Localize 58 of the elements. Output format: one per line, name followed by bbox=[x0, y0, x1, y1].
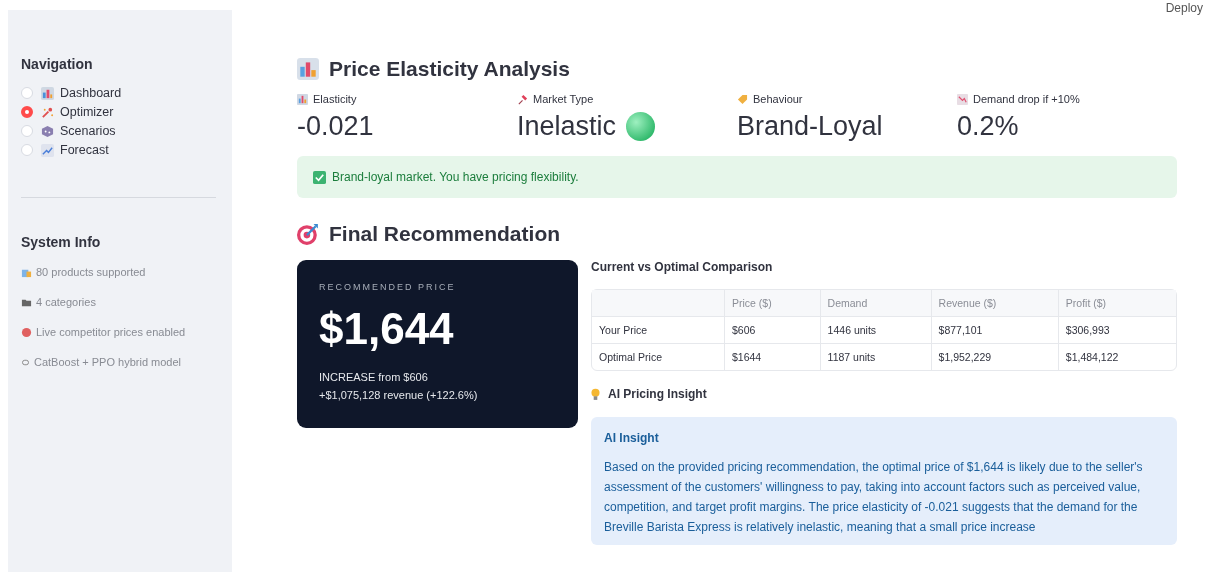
table-cell: $1,952,229 bbox=[930, 343, 1058, 370]
tag-icon bbox=[737, 93, 748, 105]
subsection-title: AI Pricing Insight bbox=[608, 387, 707, 401]
deploy-button[interactable]: Deploy bbox=[1165, 1, 1203, 15]
recommended-price: $1,644 bbox=[319, 304, 455, 354]
bar-chart-icon bbox=[297, 93, 308, 105]
table-cell: Your Price bbox=[592, 316, 724, 343]
info-text: CatBoost + PPO hybrid model bbox=[34, 356, 182, 368]
sparkle-icon bbox=[41, 105, 54, 119]
table-cell: $306,993 bbox=[1057, 316, 1176, 343]
sidebar-heading: Navigation bbox=[21, 56, 94, 72]
table-cell: 1446 units bbox=[819, 316, 931, 343]
metric-value: -0.021 bbox=[297, 111, 374, 142]
metric-label: Market Type bbox=[533, 93, 594, 105]
revenue-change: +$1,075,128 revenue (+122.6%) bbox=[319, 388, 479, 403]
bar-chart-icon bbox=[297, 58, 319, 80]
column-header: Revenue ($) bbox=[930, 290, 1058, 316]
nav-item-label[interactable]: Forecast bbox=[60, 143, 109, 157]
metric-value: 0.2% bbox=[957, 111, 1019, 142]
column-header: Price ($) bbox=[724, 290, 820, 316]
metric-label: Demand drop if +10% bbox=[973, 93, 1080, 105]
chart-down-icon bbox=[957, 93, 968, 105]
metric-value: Inelastic bbox=[517, 111, 617, 142]
nav-item-label[interactable]: Dashboard bbox=[60, 86, 122, 100]
light-bulb-icon bbox=[591, 387, 600, 401]
column-header: Demand bbox=[819, 290, 931, 316]
table-cell: $1644 bbox=[724, 343, 820, 370]
insight-title: AI Insight bbox=[604, 431, 660, 445]
sidebar-heading: System Info bbox=[21, 234, 102, 250]
target-icon bbox=[297, 223, 319, 245]
info-text: 4 categories bbox=[36, 296, 96, 308]
ball-icon bbox=[626, 112, 656, 141]
bar-chart-icon bbox=[41, 86, 54, 100]
section-title: Final Recommendation bbox=[329, 222, 561, 246]
check-icon bbox=[313, 170, 326, 184]
card-caption: RECOMMENDED PRICE bbox=[319, 282, 457, 292]
nav-item-label[interactable]: Scenarios bbox=[60, 124, 116, 138]
price-change: INCREASE from $606 bbox=[319, 370, 429, 385]
table-title: Current vs Optimal Comparison bbox=[591, 260, 774, 274]
dice-icon bbox=[41, 124, 54, 138]
metric-value: Brand-Loyal bbox=[737, 111, 883, 142]
table-cell: $1,484,122 bbox=[1057, 343, 1176, 370]
table-cell: 1187 units bbox=[819, 343, 931, 370]
nav-item-label[interactable]: Optimizer bbox=[60, 105, 114, 119]
table-cell: $877,101 bbox=[930, 316, 1058, 343]
info-text: 80 products supported bbox=[36, 266, 146, 278]
status-dot-icon bbox=[21, 326, 32, 338]
metric-label: Elasticity bbox=[313, 93, 357, 105]
insight-text: Based on the provided pricing recommendation, the optimal price of $1,644 is likely due to the seller's assessment of the customers' willingness to pay, taking into account factors such as perceived value, competition, and target profit margins. The price elasticity of -0.021 suggests that the demand for the Breville Barista Express is relatively inelastic, meaning that a small price increase bbox=[604, 459, 1144, 536]
metric-label: Behaviour bbox=[753, 93, 803, 105]
table-cell: $606 bbox=[724, 316, 820, 343]
alert-text: Brand-loyal market. You have pricing flexibility. bbox=[332, 170, 579, 184]
column-header: Profit ($) bbox=[1057, 290, 1176, 316]
radio-button[interactable] bbox=[21, 106, 33, 118]
section-title: Price Elasticity Analysis bbox=[329, 57, 570, 81]
table-cell: Optimal Price bbox=[592, 343, 724, 370]
info-text: Live competitor prices enabled bbox=[36, 326, 186, 338]
line-chart-icon bbox=[41, 143, 54, 157]
